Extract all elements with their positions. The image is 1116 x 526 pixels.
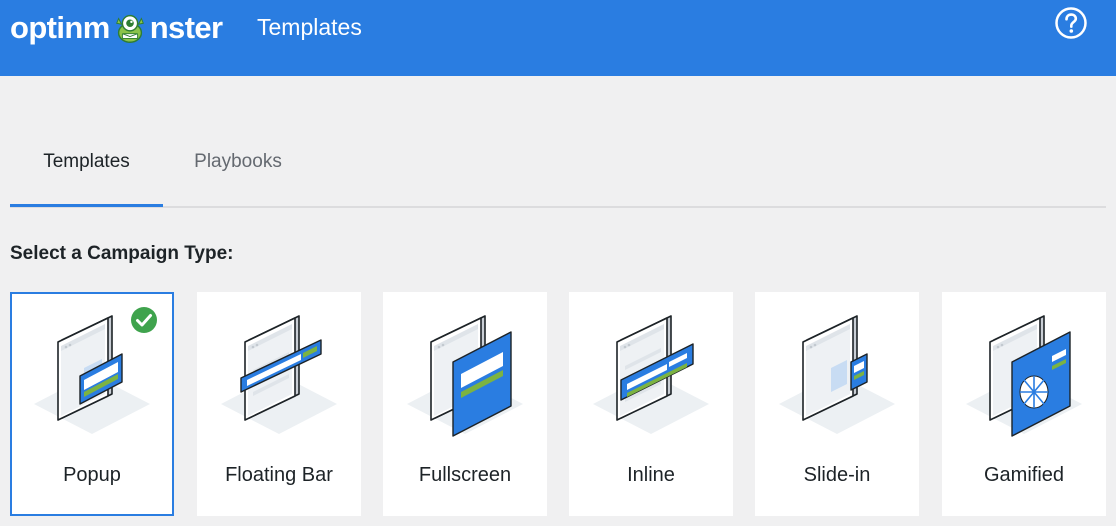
popup-illustration-icon (34, 315, 150, 434)
campaign-type-label: Slide-in (803, 464, 871, 486)
floating-bar-illustration-icon (221, 315, 337, 434)
campaign-card-floating-bar[interactable]: Floating Bar (197, 292, 361, 516)
campaign-type-label: Popup (63, 464, 121, 486)
inline-illustration-icon (593, 315, 709, 434)
campaign-card-gamified[interactable]: Gamified (942, 292, 1106, 516)
tab-playbooks[interactable]: Playbooks (163, 120, 313, 204)
campaign-type-label: Fullscreen (418, 464, 512, 486)
fullscreen-illustration-icon (407, 315, 523, 437)
tab-templates[interactable]: Templates (10, 120, 163, 207)
page-title: Templates (257, 14, 362, 40)
campaign-card-popup[interactable]: Popup (10, 292, 174, 516)
campaign-type-label: Floating Bar (225, 464, 333, 486)
logo-text-end: nster (149, 10, 223, 45)
slide-in-illustration-icon (779, 315, 895, 434)
logo-text-start: optinm (10, 10, 110, 45)
help-circle-icon[interactable] (1054, 6, 1088, 40)
top-bar: optinm nster Templates (0, 0, 1116, 76)
monster-icon (115, 14, 144, 43)
campaign-card-inline[interactable]: Inline (569, 292, 733, 516)
campaign-type-label: Gamified (983, 464, 1065, 486)
section-title: Select a Campaign Type: (10, 243, 234, 264)
tab-bar: Templates Playbooks (10, 120, 1106, 208)
gamified-illustration-icon (966, 315, 1082, 437)
campaign-type-label: Inline (627, 464, 675, 486)
optinmonster-logo[interactable]: optinm nster (10, 8, 223, 48)
campaign-card-slide-in[interactable]: Slide-in (755, 292, 919, 516)
campaign-card-fullscreen[interactable]: Fullscreen (383, 292, 547, 516)
